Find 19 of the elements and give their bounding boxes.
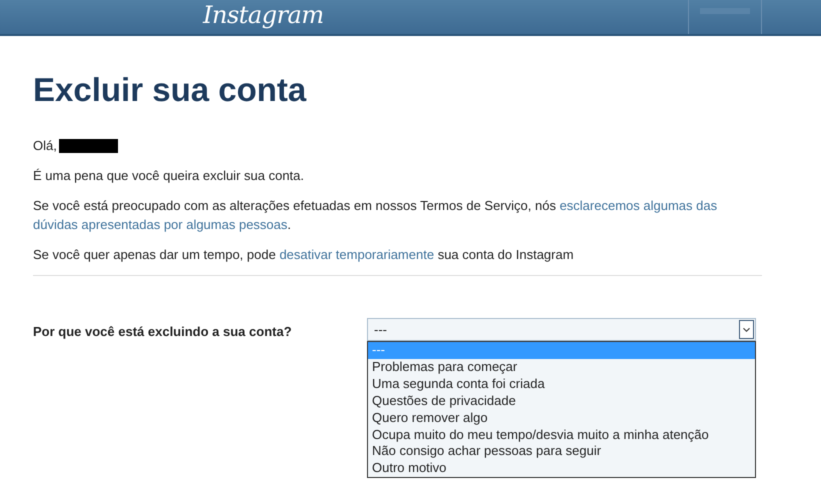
reason-select[interactable]: --- [367, 318, 756, 341]
greeting-text: Olá, [33, 137, 57, 155]
caret-icon [739, 320, 754, 339]
paragraph: Se você está preocupado com as alterações efetuadas em nossos Termos de Serviço, nós esclarecemos algumas das dúvidas apresentadas por algumas pessoas. [33, 197, 718, 234]
page-title: Excluir sua conta [33, 70, 308, 110]
link[interactable]: desativar temporariamente [279, 247, 434, 262]
link[interactable]: dúvidas apresentadas por algumas pessoas [33, 217, 288, 232]
dropdown-option[interactable]: Outro motivo [368, 460, 755, 478]
instagram-logo[interactable]: Instagram [203, 1, 324, 29]
dropdown-option[interactable]: Ocupa muito do meu tempo/desvia muito a minha atenção [368, 426, 755, 444]
dropdown-option[interactable]: Questões de privacidade [368, 392, 755, 410]
dropdown-option[interactable]: Não consigo achar pessoas para seguir [368, 443, 755, 460]
dropdown-option[interactable]: Uma segunda conta foi criada [368, 376, 755, 393]
dropdown-option[interactable]: Quero remover algo [368, 410, 755, 427]
paragraph: É uma pena que você queira excluir sua conta. [33, 167, 306, 185]
paragraph: Se você quer apenas dar um tempo, pode desativar temporariamente sua conta do Instagram [33, 246, 575, 264]
dropdown-option[interactable]: Problemas para começar [368, 358, 755, 376]
reason-label: Por que você está excluindo a sua conta? [33, 323, 293, 339]
link[interactable]: esclarecemos algumas das [560, 198, 718, 213]
